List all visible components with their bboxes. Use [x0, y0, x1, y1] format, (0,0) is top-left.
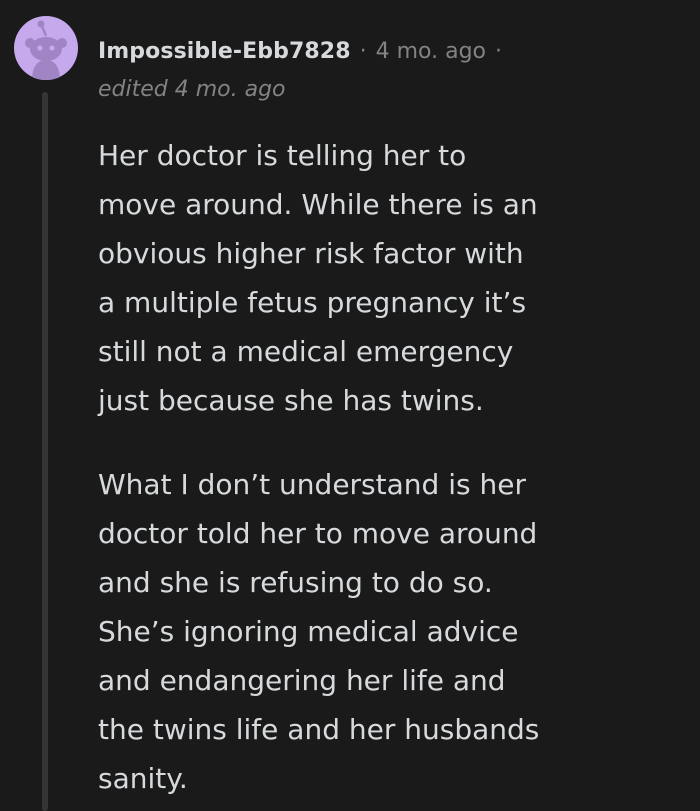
comment-timestamp[interactable]: 4 mo. ago	[376, 39, 486, 64]
reddit-snoo-icon	[25, 20, 67, 80]
text-line: and she is refusing to do so.	[98, 566, 493, 599]
comment-meta: Impossible-Ebb7828 · 4 mo. ago ·	[98, 36, 511, 66]
text-line: move around. While there is an	[98, 188, 538, 221]
edited-label: edited 4 mo. ago	[98, 77, 286, 102]
text-line: still not a medical emergency	[98, 335, 514, 368]
text-line: obvious higher risk factor with	[98, 237, 524, 270]
text-line: doctor told her to move around	[98, 517, 538, 550]
text-line: the twins life and her husbands	[98, 713, 540, 746]
text-line: and endangering her life and	[98, 664, 506, 697]
thread-line[interactable]	[42, 92, 48, 811]
paragraph: What I don’t understand is her doctor to…	[98, 460, 688, 803]
text-line: Her doctor is telling her to	[98, 139, 467, 172]
username-link[interactable]: Impossible-Ebb7828	[98, 39, 351, 64]
comment-body: Her doctor is telling her to move around…	[98, 131, 688, 803]
meta-separator: ·	[359, 38, 367, 64]
text-line: She’s ignoring medical advice	[98, 615, 519, 648]
text-line: sanity.	[98, 762, 188, 795]
text-line: a multiple fetus pregnancy it’s	[98, 286, 527, 319]
text-line: just because she has twins.	[98, 384, 484, 417]
paragraph: Her doctor is telling her to move around…	[98, 131, 688, 425]
text-line: What I don’t understand is her	[98, 468, 526, 501]
meta-separator: ·	[495, 38, 502, 64]
user-avatar[interactable]	[14, 16, 78, 80]
